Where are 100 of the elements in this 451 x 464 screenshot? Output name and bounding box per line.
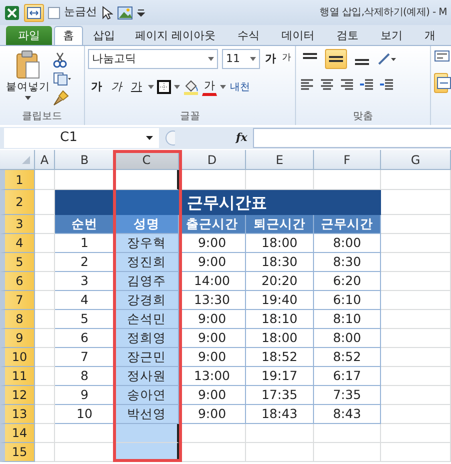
sheet-cell[interactable]	[381, 215, 451, 234]
font-name-field[interactable]: 나눔고딕	[88, 49, 218, 69]
font-size-field[interactable]: 11	[222, 49, 260, 69]
sheet-cell[interactable]	[35, 386, 55, 405]
sheet-cell[interactable]	[35, 234, 55, 253]
sheet-cell[interactable]	[35, 405, 55, 424]
active-cell[interactable]	[115, 170, 179, 190]
excel-icon[interactable]	[4, 4, 20, 20]
bold-button[interactable]: 가	[88, 77, 105, 97]
sheet-cell[interactable]	[381, 424, 451, 443]
column-header[interactable]: E	[246, 150, 314, 170]
name-box[interactable]: C1	[4, 128, 159, 148]
row-header[interactable]: 10	[0, 348, 35, 367]
ribbon-tab[interactable]: 수식	[228, 26, 270, 45]
copy-icon[interactable]	[53, 72, 71, 86]
sheet-cell[interactable]	[381, 170, 451, 190]
scissors-icon[interactable]	[53, 52, 67, 68]
paste-button[interactable]: 붙여넣기	[3, 49, 53, 105]
ribbon-tab[interactable]: 삽입	[85, 26, 123, 45]
row-header[interactable]: 4	[0, 234, 35, 253]
ribbon-tab[interactable]: 데이터	[272, 26, 324, 45]
sheet-cell[interactable]	[381, 443, 451, 462]
caret-icon[interactable]	[174, 85, 180, 89]
function-button[interactable]: fx	[236, 130, 248, 146]
fill-bucket-icon[interactable]	[182, 79, 199, 95]
row-header[interactable]: 8	[0, 310, 35, 329]
sheet-cell[interactable]	[35, 291, 55, 310]
row-header[interactable]: 13	[0, 405, 35, 424]
sheet-cell[interactable]	[381, 253, 451, 272]
wrap-text-icon[interactable]	[434, 49, 450, 63]
brush-icon[interactable]	[53, 90, 69, 106]
decrease-indent-icon[interactable]	[358, 77, 375, 93]
sheet-cell[interactable]	[35, 367, 55, 386]
align-right-icon[interactable]	[338, 77, 355, 93]
row-header[interactable]: 7	[0, 291, 35, 310]
row-header[interactable]: 3	[0, 215, 35, 234]
sheet-cell[interactable]	[381, 272, 451, 291]
pointer-icon[interactable]	[101, 6, 113, 20]
sheet-cell[interactable]	[35, 253, 55, 272]
sheet-cell[interactable]	[381, 234, 451, 253]
dropdown-icon[interactable]	[137, 6, 145, 18]
shrink-font-button[interactable]: 가	[280, 49, 292, 69]
column-header[interactable]: F	[314, 150, 381, 170]
sheet-cell[interactable]	[381, 190, 451, 215]
select-all-corner[interactable]	[0, 150, 35, 170]
align-left-icon[interactable]	[298, 77, 315, 93]
border-icon[interactable]	[156, 80, 171, 94]
row-header[interactable]: 2	[0, 190, 35, 215]
increase-indent-icon[interactable]	[378, 77, 395, 93]
underline-button[interactable]: 가	[128, 77, 145, 97]
sheet-cell[interactable]	[35, 348, 55, 367]
sheet-cell[interactable]	[381, 329, 451, 348]
ribbon-tab[interactable]: 보기	[370, 26, 412, 45]
gridlines-checkbox[interactable]	[48, 6, 60, 18]
orientation-icon[interactable]	[376, 52, 397, 66]
row-header[interactable]: 1	[0, 170, 35, 190]
row-header[interactable]: 14	[0, 424, 35, 443]
formula-field[interactable]	[253, 128, 451, 148]
font-color-button[interactable]: 가	[202, 78, 217, 96]
sheet-cell[interactable]	[381, 367, 451, 386]
column-header[interactable]: D	[179, 150, 246, 170]
grow-font-button[interactable]: 가	[264, 49, 277, 69]
merge-center-button[interactable]	[24, 4, 44, 22]
align-center-icon[interactable]	[318, 77, 335, 93]
ribbon-tab[interactable]: 검토	[326, 26, 368, 45]
sheet-cell[interactable]	[246, 443, 314, 462]
sheet-cell[interactable]	[381, 405, 451, 424]
caret-icon[interactable]	[220, 85, 226, 89]
sheet-cell[interactable]	[35, 272, 55, 291]
ribbon-tab[interactable]: 페이지 레이아웃	[125, 26, 226, 45]
row-header[interactable]: 11	[0, 367, 35, 386]
picture-icon[interactable]	[117, 6, 133, 20]
phonetic-button[interactable]: 내천	[228, 77, 251, 97]
row-header[interactable]: 5	[0, 253, 35, 272]
sheet-cell[interactable]	[381, 310, 451, 329]
sheet-cell[interactable]	[35, 424, 55, 443]
sheet-cell[interactable]	[381, 386, 451, 405]
selected-cell[interactable]	[115, 424, 179, 443]
row-header[interactable]: 6	[0, 272, 35, 291]
ribbon-tab[interactable]: 개	[414, 26, 446, 45]
sheet-cell[interactable]	[179, 443, 246, 462]
sheet-cell[interactable]	[35, 310, 55, 329]
sheet-cell[interactable]	[35, 443, 55, 462]
row-header[interactable]: 12	[0, 386, 35, 405]
sheet-cell[interactable]	[381, 291, 451, 310]
sheet-cell[interactable]	[179, 424, 246, 443]
ribbon-tab[interactable]: 파일	[6, 26, 52, 45]
sheet-cell[interactable]	[381, 348, 451, 367]
merge-center-button[interactable]	[434, 73, 448, 93]
row-header[interactable]: 9	[0, 329, 35, 348]
sheet-cell[interactable]	[314, 424, 381, 443]
column-header[interactable]: B	[55, 150, 115, 170]
row-header[interactable]: 15	[0, 443, 35, 462]
caret-icon[interactable]	[148, 85, 154, 89]
italic-button[interactable]: 가	[108, 77, 125, 97]
expand-handle-icon[interactable]	[165, 130, 175, 146]
column-header[interactable]: G	[381, 150, 451, 170]
sheet-cell[interactable]	[35, 329, 55, 348]
align-middle-button[interactable]	[324, 49, 347, 69]
sheet-cell[interactable]	[35, 170, 55, 190]
